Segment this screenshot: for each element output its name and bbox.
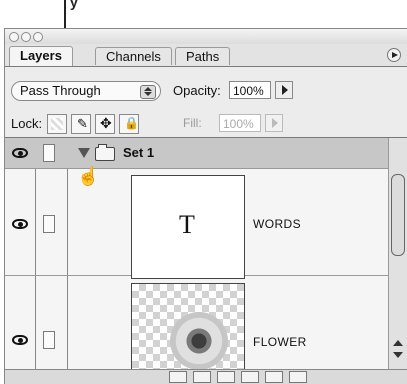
- link-checkbox[interactable]: [43, 144, 55, 162]
- lock-all-checkbox[interactable]: 🔒: [119, 114, 139, 134]
- palette-tabs: Layers Channels Paths: [5, 44, 407, 67]
- tab-layers[interactable]: Layers: [9, 46, 73, 66]
- scroll-down-icon[interactable]: [393, 352, 403, 358]
- palette-titlebar: [5, 29, 407, 45]
- add-mask-button[interactable]: [193, 371, 211, 383]
- layer-style-button[interactable]: [169, 371, 187, 383]
- layer-row-words[interactable]: T WORDS: [5, 169, 389, 279]
- fill-slider-button[interactable]: [265, 114, 283, 132]
- lock-icon: 🔒: [124, 116, 139, 130]
- eye-icon[interactable]: [12, 219, 28, 229]
- minimize-window-button[interactable]: [21, 32, 31, 42]
- close-window-button[interactable]: [9, 32, 19, 42]
- tab-paths[interactable]: Paths: [175, 47, 231, 65]
- layer-name: FLOWER: [253, 335, 307, 349]
- eye-icon[interactable]: [12, 148, 28, 158]
- blend-mode-value: Pass Through: [20, 83, 101, 98]
- expand-triangle-icon[interactable]: [78, 148, 90, 158]
- delete-layer-button[interactable]: [289, 371, 307, 383]
- layer-row-set[interactable]: Set 1: [5, 138, 389, 169]
- move-icon: ✥: [100, 115, 112, 131]
- scroll-up-icon[interactable]: [393, 340, 403, 346]
- text-layer-icon: T: [179, 210, 195, 239]
- new-layer-button[interactable]: [265, 371, 283, 383]
- layers-scrollbar[interactable]: [388, 138, 407, 370]
- fill-label: Fill:: [183, 116, 202, 130]
- link-checkbox[interactable]: [43, 215, 55, 233]
- zoom-window-button[interactable]: [33, 32, 43, 42]
- opacity-label: Opacity:: [173, 83, 221, 98]
- lock-fill-row: Lock: ✎ ✥ 🔒 Fill: 100%: [5, 111, 407, 138]
- lock-image-pixels-checkbox[interactable]: ✎: [71, 114, 91, 134]
- blend-opacity-row: Pass Through Opacity: 100%: [5, 79, 407, 107]
- set-name: Set 1: [123, 145, 155, 160]
- link-checkbox[interactable]: [43, 331, 55, 349]
- layer-name: WORDS: [253, 217, 301, 231]
- scroll-thumb[interactable]: [391, 174, 405, 256]
- brush-icon: ✎: [77, 116, 88, 131]
- flower-image: [170, 312, 228, 370]
- layer-thumbnail-words: T: [131, 175, 245, 279]
- palette-menu-button[interactable]: [387, 48, 401, 62]
- opacity-slider-button[interactable]: [275, 81, 293, 99]
- dropdown-arrow-icon: [140, 85, 156, 99]
- eye-icon[interactable]: [12, 335, 28, 345]
- lock-label: Lock:: [11, 116, 43, 131]
- blend-mode-dropdown[interactable]: Pass Through: [11, 81, 161, 101]
- top-pointer-line: [64, 0, 66, 28]
- folder-icon: [95, 144, 115, 161]
- palette-bottom-bar: [5, 369, 407, 384]
- lock-position-checkbox[interactable]: ✥: [95, 114, 115, 134]
- tab-channels[interactable]: Channels: [95, 47, 172, 65]
- fill-input[interactable]: 100%: [219, 114, 261, 132]
- layer-row-flower[interactable]: FLOWER: [5, 275, 389, 384]
- layers-list: Set 1 ☝ T WORDS FLOWER: [5, 138, 389, 384]
- new-set-button[interactable]: [217, 371, 235, 383]
- adjustment-layer-button[interactable]: [241, 371, 259, 383]
- top-annotation-text: y: [70, 0, 78, 10]
- opacity-input[interactable]: 100%: [229, 81, 271, 99]
- layers-palette: Layers Channels Paths Pass Through Opaci…: [4, 28, 407, 384]
- lock-transparency-checkbox[interactable]: [47, 114, 67, 134]
